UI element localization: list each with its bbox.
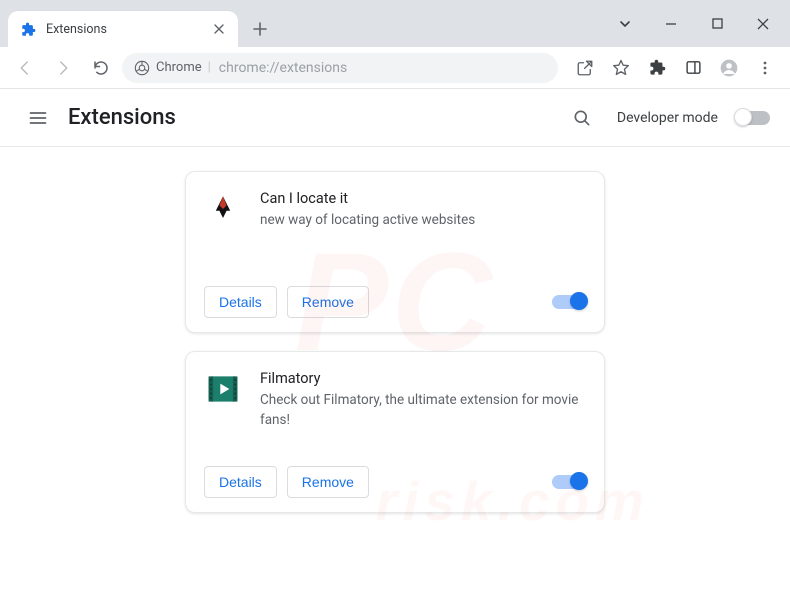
bookmark-button[interactable] [604, 51, 638, 85]
extension-name: Filmatory [260, 370, 586, 387]
extensions-list: Can I locate it new way of locating acti… [0, 147, 790, 543]
extension-enabled-toggle[interactable] [552, 295, 586, 309]
chrome-icon [134, 60, 150, 76]
url-path: chrome://extensions [219, 60, 347, 76]
remove-button[interactable]: Remove [287, 286, 369, 318]
site-chip: Chrome | [134, 60, 211, 76]
window-controls [602, 0, 790, 47]
extensions-button[interactable] [640, 51, 674, 85]
window-minimize-button[interactable] [648, 7, 694, 41]
tab-title: Extensions [46, 22, 210, 37]
browser-tab[interactable]: Extensions [8, 11, 238, 47]
details-button[interactable]: Details [204, 466, 277, 498]
extensions-header: Extensions Developer mode [0, 89, 790, 147]
side-panel-button[interactable] [676, 51, 710, 85]
details-button[interactable]: Details [204, 286, 277, 318]
tab-close-button[interactable] [210, 20, 228, 38]
new-tab-button[interactable] [246, 15, 274, 43]
developer-mode-toggle[interactable] [736, 111, 770, 125]
extension-name: Can I locate it [260, 190, 586, 207]
hamburger-menu-button[interactable] [18, 98, 58, 138]
extension-card: Can I locate it new way of locating acti… [185, 171, 605, 333]
extension-icon [204, 190, 242, 228]
tab-search-button[interactable] [602, 17, 648, 31]
url-host: Chrome [156, 60, 202, 75]
browser-toolbar: Chrome | chrome://extensions [0, 47, 790, 89]
kebab-menu-button[interactable] [748, 51, 782, 85]
remove-button[interactable]: Remove [287, 466, 369, 498]
window-close-button[interactable] [740, 7, 786, 41]
window-maximize-button[interactable] [694, 7, 740, 41]
extension-description: Check out Filmatory, the ultimate extens… [260, 391, 586, 430]
address-bar[interactable]: Chrome | chrome://extensions [122, 53, 558, 83]
extension-description: new way of locating active websites [260, 211, 586, 231]
page-title: Extensions [68, 105, 176, 130]
nav-forward-button[interactable] [46, 51, 80, 85]
developer-mode-label: Developer mode [617, 110, 718, 126]
extension-card: Filmatory Check out Filmatory, the ultim… [185, 351, 605, 513]
search-button[interactable] [565, 101, 599, 135]
share-button[interactable] [568, 51, 602, 85]
puzzle-piece-icon [20, 21, 36, 37]
nav-reload-button[interactable] [84, 51, 118, 85]
nav-back-button[interactable] [8, 51, 42, 85]
profile-button[interactable] [712, 51, 746, 85]
extension-icon [204, 370, 242, 408]
extension-enabled-toggle[interactable] [552, 475, 586, 489]
window-titlebar: Extensions [0, 0, 790, 47]
